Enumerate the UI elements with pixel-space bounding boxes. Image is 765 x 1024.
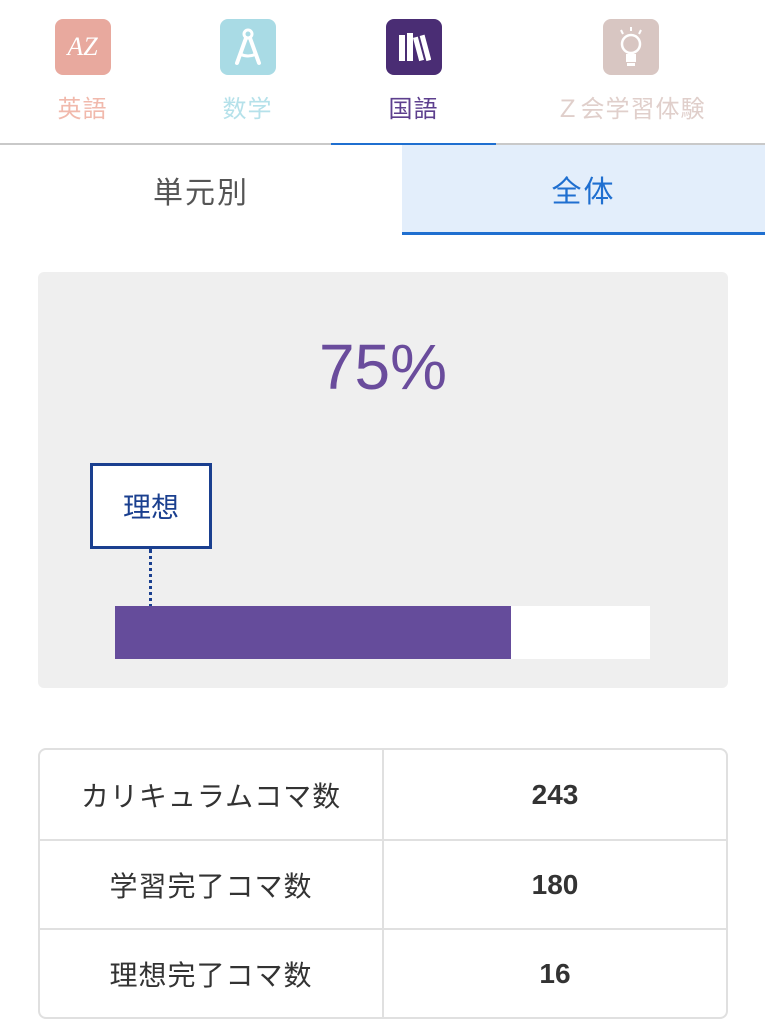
stats-value-completed: 180 (531, 868, 579, 900)
compass-icon (219, 19, 276, 75)
table-row: カリキュラムコマ数 243 (40, 750, 726, 839)
view-switch: 単元別 全体 (0, 145, 765, 235)
lightbulb-icon (602, 19, 659, 75)
tab-by-unit[interactable]: 単元別 (0, 145, 402, 235)
progress-bar-fill (115, 606, 511, 659)
subject-tab-japanese[interactable]: 国語 (331, 0, 496, 147)
subject-tab-math[interactable]: 数学 (165, 0, 330, 145)
stats-value-curriculum: 243 (531, 778, 579, 810)
progress-bar-track (115, 606, 650, 659)
table-row: 理想完了コマ数 16 (40, 928, 726, 1017)
progress-percent: 75% (318, 331, 448, 403)
books-icon (385, 19, 442, 75)
stats-table: カリキュラムコマ数 243 学習完了コマ数 180 理想完了コマ数 16 (38, 748, 728, 1019)
stats-value-ideal: 16 (539, 957, 571, 989)
stats-label-curriculum: カリキュラムコマ数 (40, 750, 384, 839)
ideal-marker-label: 理想 (90, 463, 212, 549)
table-row: 学習完了コマ数 180 (40, 839, 726, 928)
tab-overall[interactable]: 全体 (402, 145, 765, 235)
subject-tab-english[interactable]: AZ 英語 (0, 0, 165, 145)
progress-card: 75% 理想 (38, 272, 728, 688)
subject-label-japanese: 国語 (388, 95, 439, 123)
subject-tab-bar: AZ 英語 数学 国語 Ｚ会学習体験 (0, 0, 765, 147)
az-icon: AZ (54, 19, 111, 75)
subject-tab-zkai-trial[interactable]: Ｚ会学習体験 (496, 0, 765, 145)
stats-label-ideal: 理想完了コマ数 (40, 930, 384, 1017)
subject-label-math: 数学 (222, 95, 273, 123)
subject-label-english: 英語 (57, 95, 108, 123)
stats-label-completed: 学習完了コマ数 (40, 841, 384, 928)
subject-label-zkai-trial: Ｚ会学習体験 (555, 95, 706, 123)
